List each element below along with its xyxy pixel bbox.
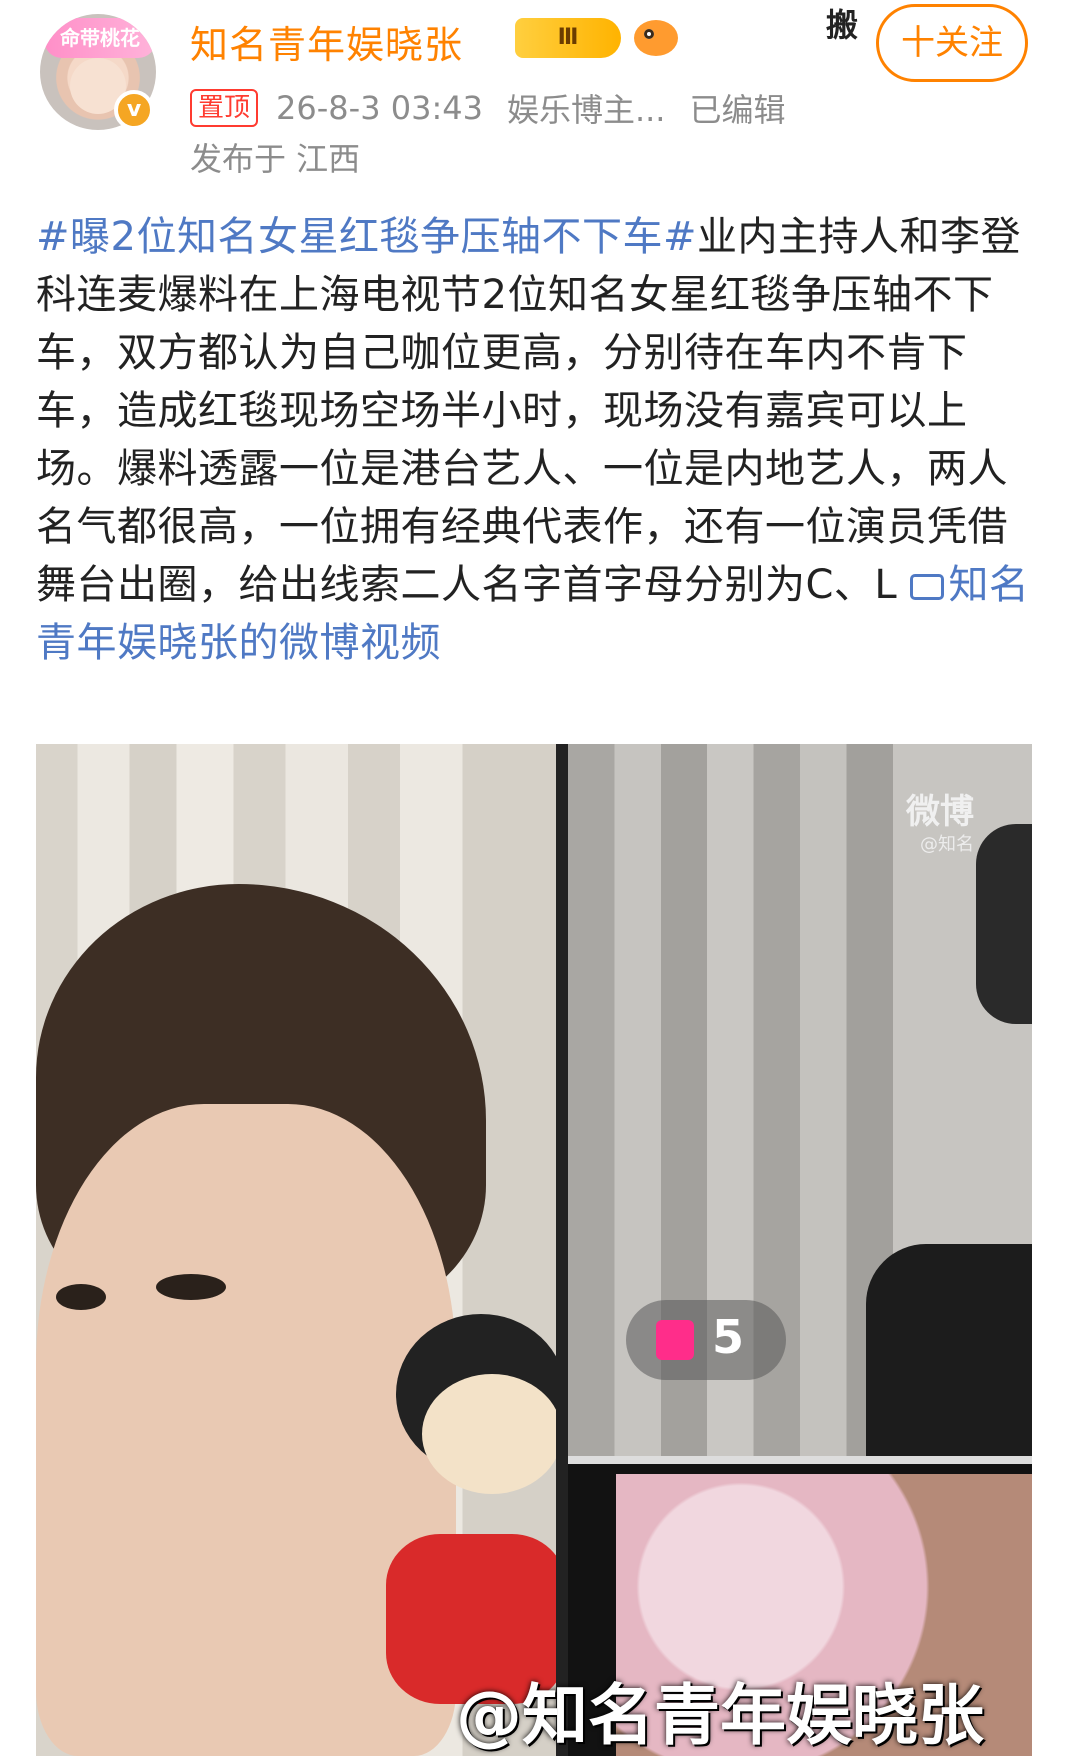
post-body: 业内主持人和李登科连麦爆料在上海电视节2位知名女星红毯争压轴不下车，双方都认为自… — [36, 214, 1021, 608]
right-person-head — [976, 824, 1032, 1024]
fish-badge-icon[interactable] — [634, 20, 678, 56]
handle-overlay: @知名青年娱晓张 — [456, 1677, 984, 1754]
weibo-watermark: 微博 — [906, 792, 974, 832]
verified-badge-icon: v — [114, 90, 154, 130]
post-meta: 置顶 26-8-3 03:43 娱乐博主... 已编辑 — [190, 86, 809, 130]
mickey-plush-face — [422, 1374, 562, 1494]
category-label[interactable]: 娱乐博主... — [507, 85, 666, 131]
avatar-sticker: 命带桃花 — [44, 18, 156, 58]
location: 发布于 江西 — [190, 140, 361, 178]
gift-icon — [656, 1320, 694, 1360]
post-content: #曝2位知名女星红毯争压轴不下车#业内主持人和李登科连麦爆料在上海电视节2位知名… — [36, 208, 1032, 672]
pane-divider — [556, 744, 568, 1756]
left-eye — [156, 1274, 226, 1300]
video-thumbnail[interactable]: 微博 @知名 5 @知名青年娱晓张 — [36, 744, 1032, 1756]
username[interactable]: 知名青年娱晓张 — [190, 14, 463, 69]
edited-label[interactable]: 已编辑 — [689, 85, 785, 131]
right-person-body — [866, 1244, 1032, 1456]
video-icon — [910, 574, 945, 600]
post-header: 命带桃花 v 知名青年娱晓张 Ⅲ 搬 十关注 置顶 26-8-3 03:43 娱… — [0, 0, 1068, 180]
follow-button[interactable]: 十关注 — [876, 4, 1028, 82]
gift-badge — [626, 1300, 786, 1380]
gift-count: 5 — [712, 1310, 745, 1364]
right-eye — [56, 1284, 106, 1310]
timestamp: 26-8-3 03:43 — [276, 89, 483, 127]
topic-hashtag-link[interactable]: #曝2位知名女星红毯争压轴不下车# — [36, 214, 697, 260]
weibo-watermark-handle: @知名 — [920, 834, 974, 855]
crown-level-badge-icon[interactable]: Ⅲ — [515, 18, 621, 58]
pinned-tag: 置顶 — [190, 89, 259, 127]
